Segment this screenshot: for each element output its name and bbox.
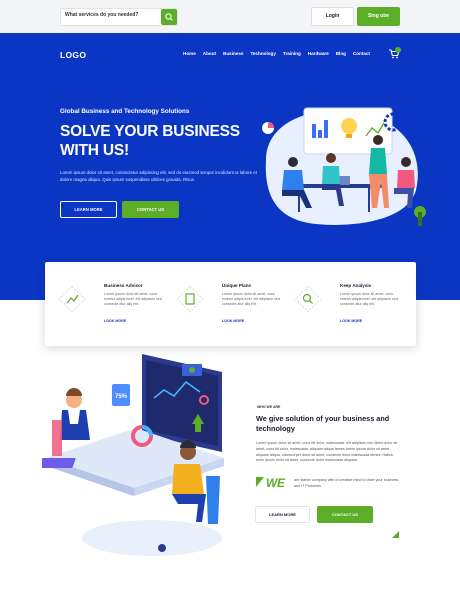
nav-item-about[interactable]: About bbox=[203, 51, 216, 56]
hero-team-illustration bbox=[262, 107, 426, 226]
hero-title: SOLVE YOUR BUSINESS WITH US! bbox=[60, 123, 240, 159]
service-text: Lorem ipsum dolor sit amet, cons ectetur… bbox=[222, 292, 280, 307]
corner-accent bbox=[392, 531, 399, 538]
nav-item-business[interactable]: Business bbox=[223, 51, 243, 56]
about-title: We give solution of your business and te… bbox=[256, 414, 390, 433]
contact-us-button[interactable]: CONTACT US bbox=[317, 506, 373, 523]
hero-text: Lorem ipsum dolor sit amet, consectetur … bbox=[60, 170, 257, 182]
business-advisor-icon bbox=[58, 285, 86, 313]
nav-item-technology[interactable]: Technology bbox=[250, 51, 275, 56]
search-icon bbox=[165, 13, 173, 21]
service-text: Lorem ipsum dolor sit amet, cons ectetur… bbox=[104, 292, 162, 307]
office-isometric-illustration: 75% bbox=[42, 354, 224, 556]
nav-item-hardware[interactable]: Hardware bbox=[308, 51, 329, 56]
nav-item-contact[interactable]: Contact bbox=[353, 51, 370, 56]
nav-item-training[interactable]: Training bbox=[283, 51, 301, 56]
hero-subtitle: Global Business and Technology Solutions bbox=[60, 108, 190, 115]
service-item[interactable]: Keep Analysis Lorem ipsum dolor sit amet… bbox=[281, 262, 399, 346]
service-link[interactable]: LOOK MORE bbox=[222, 319, 244, 323]
search-button[interactable] bbox=[161, 9, 177, 25]
unique-plans-icon bbox=[176, 285, 204, 313]
about-tag: WHO WE ARE bbox=[257, 405, 281, 409]
learn-more-button[interactable]: LEARN MORE bbox=[255, 506, 310, 523]
service-title: Unique Plans bbox=[222, 283, 252, 288]
service-item[interactable]: Unique Plans Lorem ipsum dolor sit amet,… bbox=[163, 262, 281, 346]
search-input[interactable]: What services do you needed? bbox=[65, 12, 138, 18]
cart-badge bbox=[395, 47, 401, 53]
we-accent-icon bbox=[256, 477, 264, 487]
learn-more-button[interactable]: LEARN MORE bbox=[60, 201, 117, 218]
contact-us-button[interactable]: CONTACT US bbox=[122, 201, 179, 218]
service-title: Keep Analysis bbox=[340, 283, 372, 288]
keep-analysis-icon bbox=[294, 285, 322, 313]
we-description: are starter company with of creative min… bbox=[294, 478, 399, 488]
login-button[interactable]: Login bbox=[311, 7, 354, 26]
logo[interactable]: LOGO bbox=[60, 50, 86, 60]
services-card: Business Advisor Lorem ipsum dolor sit a… bbox=[45, 262, 416, 346]
service-title: Business Advisor bbox=[104, 283, 143, 288]
search-box[interactable]: What services do you needed? bbox=[60, 8, 178, 26]
signup-button[interactable]: Sing ube bbox=[357, 7, 400, 26]
nav-item-blog[interactable]: Blog bbox=[336, 51, 346, 56]
service-link[interactable]: LOOK MORE bbox=[340, 319, 362, 323]
stat-percent: 75% bbox=[115, 394, 128, 400]
service-text: Lorem ipsum dolor sit amet, cons ectetur… bbox=[340, 292, 398, 307]
service-link[interactable]: LOOK MORE bbox=[104, 319, 126, 323]
main-nav: Home About Business Technology Training … bbox=[183, 51, 370, 56]
nav-item-home[interactable]: Home bbox=[183, 51, 196, 56]
about-text: Lorem ipsum dolor sit amet, cons litt do… bbox=[256, 441, 398, 463]
service-item[interactable]: Business Advisor Lorem ipsum dolor sit a… bbox=[45, 262, 163, 346]
we-highlight: WE bbox=[266, 476, 285, 490]
